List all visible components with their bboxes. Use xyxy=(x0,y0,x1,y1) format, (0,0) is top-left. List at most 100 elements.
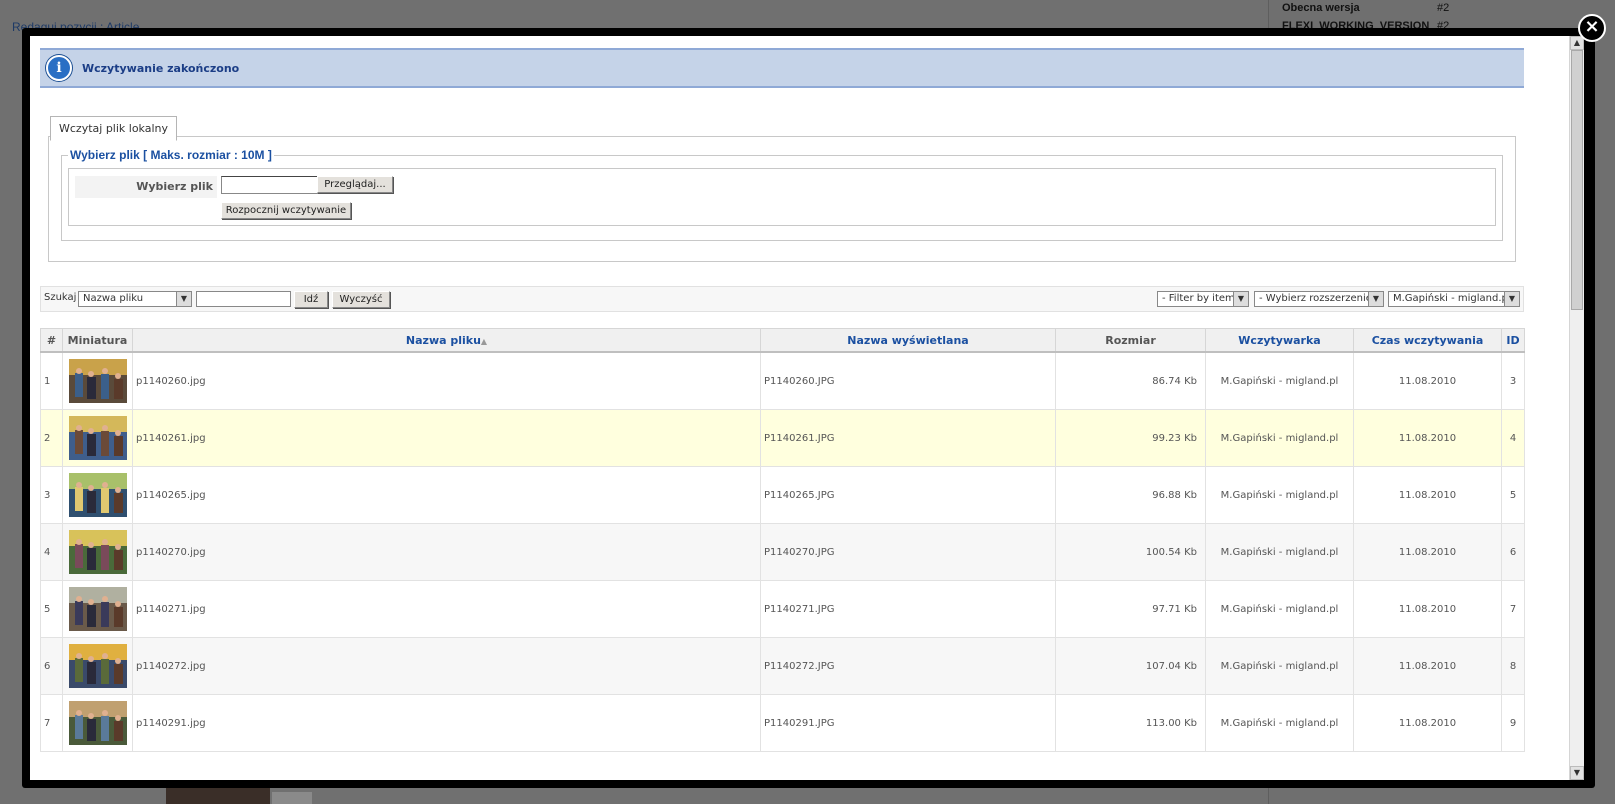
upload-time-cell: 11.08.2010 xyxy=(1353,466,1502,524)
display-name-cell: P1140291.JPG xyxy=(760,694,1056,752)
table-row[interactable]: 6 p1140272.jpg P1140272.JPG 107.04 Kb M.Gapi… xyxy=(40,637,1525,695)
display-name-cell: P1140265.JPG xyxy=(760,466,1056,524)
row-number: 1 xyxy=(40,351,63,410)
col-header-display-name[interactable]: Nazwa wyświetlana xyxy=(760,328,1056,353)
filter-extension-select[interactable]: - Wybierz rozszerzenie - ▼ xyxy=(1254,291,1384,307)
id-cell: 7 xyxy=(1501,580,1525,638)
thumbnail-image[interactable] xyxy=(68,530,127,574)
thumbnail-image[interactable] xyxy=(68,473,127,517)
message-text: Wczytywanie zakończono xyxy=(82,61,240,75)
scroll-down-icon[interactable]: ▼ xyxy=(1570,766,1584,780)
filename-cell[interactable]: p1140291.jpg xyxy=(132,694,761,752)
version-row: Obecna wersja #2 xyxy=(1282,2,1450,14)
size-cell: 107.04 Kb xyxy=(1055,637,1206,695)
id-cell: 6 xyxy=(1501,523,1525,581)
row-number: 6 xyxy=(40,637,63,695)
filter-item-select[interactable]: - Filter by item - ▼ xyxy=(1157,291,1249,307)
filename-cell[interactable]: p1140260.jpg xyxy=(132,351,761,410)
filename-cell[interactable]: p1140271.jpg xyxy=(132,580,761,638)
start-upload-button[interactable]: Rozpocznij wczytywanie xyxy=(221,202,351,219)
table-row[interactable]: 3 p1140265.jpg P1140265.JPG 96.88 Kb M.Gapiń… xyxy=(40,466,1525,524)
file-label-cell: Wybierz plik xyxy=(75,176,217,198)
id-cell: 9 xyxy=(1501,694,1525,752)
size-cell: 96.88 Kb xyxy=(1055,466,1206,524)
row-number: 7 xyxy=(40,694,63,752)
row-number: 4 xyxy=(40,523,63,581)
thumbnail-image[interactable] xyxy=(68,587,127,631)
size-cell: 113.00 Kb xyxy=(1055,694,1206,752)
thumbnail-cell[interactable] xyxy=(62,466,133,524)
table-row[interactable]: 7 p1140291.jpg P1140291.JPG 113.00 Kb M.Gapi… xyxy=(40,694,1525,752)
filter-uploader-select[interactable]: M.Gapiński - migland.pl ▼ xyxy=(1388,291,1520,307)
uploader-cell: M.Gapiński - migland.pl xyxy=(1205,466,1354,524)
search-label: Szukaj xyxy=(44,292,77,303)
size-cell: 86.74 Kb xyxy=(1055,351,1206,410)
id-cell: 5 xyxy=(1501,466,1525,524)
uploader-cell: M.Gapiński - migland.pl xyxy=(1205,694,1354,752)
table-row[interactable]: 5 p1140271.jpg P1140271.JPG 97.71 Kb M.Gapiń… xyxy=(40,580,1525,638)
id-cell: 3 xyxy=(1501,351,1525,410)
file-label: Wybierz plik xyxy=(136,180,213,193)
col-header-upload-time[interactable]: Czas wczytywania xyxy=(1353,328,1502,353)
thumbnail-image[interactable] xyxy=(68,701,127,745)
filename-cell[interactable]: p1140270.jpg xyxy=(132,523,761,581)
scroll-thumb[interactable] xyxy=(1571,50,1583,310)
clear-button[interactable]: Wyczyść xyxy=(332,291,390,308)
file-fieldset: Wybierz plik [ Maks. rozmiar : 10M ] Wyb… xyxy=(61,148,1503,241)
thumbnail-cell[interactable] xyxy=(62,694,133,752)
filter-item-value: - Filter by item - xyxy=(1162,293,1242,304)
row-number: 5 xyxy=(40,580,63,638)
filter-bar: Szukaj Nazwa pliku ▼ Idź Wyczyść - Filte… xyxy=(40,286,1524,312)
uploader-cell: M.Gapiński - migland.pl xyxy=(1205,523,1354,581)
display-name-cell: P1140260.JPG xyxy=(760,351,1056,410)
search-field-select-value: Nazwa pliku xyxy=(83,293,144,304)
thumbnail-cell[interactable] xyxy=(62,637,133,695)
browse-button[interactable]: Przeglądaj... xyxy=(317,176,393,193)
filename-cell[interactable]: p1140272.jpg xyxy=(132,637,761,695)
display-name-cell: P1140272.JPG xyxy=(760,637,1056,695)
fieldset-legend: Wybierz plik [ Maks. rozmiar : 10M ] xyxy=(68,148,274,162)
thumbnail-cell[interactable] xyxy=(62,523,133,581)
file-form: Wybierz plik Przeglądaj... Rozpocznij wc… xyxy=(68,168,1496,226)
search-field-select[interactable]: Nazwa pliku ▼ xyxy=(78,291,192,307)
col-header-uploader[interactable]: Wczytywarka xyxy=(1205,328,1354,353)
search-input[interactable] xyxy=(196,291,291,307)
col-header-filename[interactable]: Nazwa pliku▲ xyxy=(132,328,761,353)
col-header-thumbnail: Miniatura xyxy=(62,328,133,353)
modal-content: i Wczytywanie zakończono Wczytaj plik lo… xyxy=(30,36,1584,780)
col-header-filename-label: Nazwa pliku xyxy=(405,333,481,347)
upload-time-cell: 11.08.2010 xyxy=(1353,409,1502,467)
modal-scrollbar[interactable]: ▲ ▼ xyxy=(1569,36,1584,780)
table-row[interactable]: 2 p1140261.jpg P1140261.JPG 99.23 Kb M.Gapiń… xyxy=(40,409,1525,467)
thumbnail-image[interactable] xyxy=(68,416,127,460)
table-row[interactable]: 4 p1140270.jpg P1140270.JPG 100.54 Kb M.Gapi… xyxy=(40,523,1525,581)
uploader-cell: M.Gapiński - migland.pl xyxy=(1205,637,1354,695)
thumbnail-image[interactable] xyxy=(68,359,127,403)
upload-time-cell: 11.08.2010 xyxy=(1353,580,1502,638)
row-number: 3 xyxy=(40,466,63,524)
file-path-input[interactable] xyxy=(221,176,319,194)
display-name-cell: P1140271.JPG xyxy=(760,580,1056,638)
info-icon: i xyxy=(46,55,72,81)
chevron-down-icon: ▼ xyxy=(176,292,191,306)
chevron-down-icon: ▼ xyxy=(1368,292,1383,306)
thumbnail-image[interactable] xyxy=(68,644,127,688)
table-header-row: # Miniatura Nazwa pliku▲ Nazwa wyświetla… xyxy=(40,328,1525,353)
files-table: # Miniatura Nazwa pliku▲ Nazwa wyświetla… xyxy=(40,328,1525,752)
upload-time-cell: 11.08.2010 xyxy=(1353,351,1502,410)
col-header-size: Rozmiar xyxy=(1055,328,1206,353)
go-button[interactable]: Idź xyxy=(294,291,328,308)
table-row[interactable]: 1 p1140260.jpg P1140260.JPG 86.74 Kb M.Gapiń… xyxy=(40,351,1525,410)
thumbnail-cell[interactable] xyxy=(62,351,133,410)
filename-cell[interactable]: p1140261.jpg xyxy=(132,409,761,467)
uploader-cell: M.Gapiński - migland.pl xyxy=(1205,580,1354,638)
thumbnail-cell[interactable] xyxy=(62,409,133,467)
filename-cell[interactable]: p1140265.jpg xyxy=(132,466,761,524)
uploader-cell: M.Gapiński - migland.pl xyxy=(1205,351,1354,410)
uploader-cell: M.Gapiński - migland.pl xyxy=(1205,409,1354,467)
tab-local-upload[interactable]: Wczytaj plik lokalny xyxy=(50,116,178,141)
thumbnail-cell[interactable] xyxy=(62,580,133,638)
filter-uploader-value: M.Gapiński - migland.pl xyxy=(1393,293,1511,304)
col-header-id[interactable]: ID xyxy=(1501,328,1525,353)
close-icon[interactable]: × xyxy=(1578,14,1606,42)
